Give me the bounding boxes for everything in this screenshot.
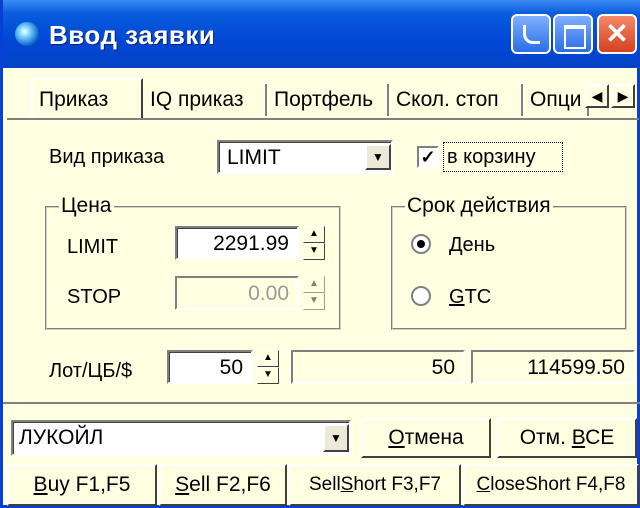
amount-field: 114599.50: [471, 350, 635, 384]
radio-selected-dot: [417, 240, 425, 248]
sell-short-button[interactable]: SellShort F3,F7: [289, 464, 461, 506]
sell-short-label-start: Sell: [308, 474, 341, 495]
cancel-mnemonic: О: [388, 426, 405, 449]
stop-price-down-button[interactable]: ▼: [303, 293, 325, 310]
close-button[interactable]: ✕: [597, 14, 637, 54]
amount-value: 114599.50: [527, 356, 625, 379]
maximize-icon: [564, 25, 586, 49]
cancel-all-label-start: Отм.: [519, 426, 572, 449]
limit-price-spinner[interactable]: ▲ ▼: [303, 226, 325, 260]
order-type-label: Вид приказа: [49, 146, 165, 168]
arrow-right-icon: ▶: [617, 88, 629, 104]
sell-mnemonic: S: [175, 473, 190, 496]
quantity-up-button[interactable]: ▲: [257, 350, 279, 367]
sell-short-mnemonic: S: [340, 474, 354, 495]
cancel-all-label-end: СЕ: [585, 426, 615, 449]
title-bar[interactable]: Ввод заявки ✕: [3, 0, 640, 68]
quantity-down-button[interactable]: ▼: [257, 367, 279, 384]
buy-button[interactable]: Buy F1,F5: [7, 464, 157, 506]
quantity-input[interactable]: 50: [167, 350, 253, 384]
checkmark-icon: ✓: [420, 147, 436, 167]
limit-price-down-button[interactable]: ▼: [303, 243, 325, 260]
close-icon: ✕: [605, 18, 629, 49]
sell-label-rest: ell F2,F6: [189, 473, 271, 496]
validity-day-radio[interactable]: [411, 234, 431, 254]
tab-portfolio[interactable]: Портфель: [267, 84, 389, 116]
security-value: ЛУКОЙЛ: [19, 426, 104, 449]
security-dropdown-button[interactable]: ▼: [323, 424, 349, 452]
validity-group-title: Срок действия: [405, 194, 553, 218]
tab-scroll-left-button[interactable]: ◀: [585, 84, 609, 108]
maximize-button[interactable]: [553, 14, 593, 54]
close-short-button[interactable]: CloseShort F4,F8: [463, 464, 639, 506]
basket-checkbox[interactable]: ✓: [417, 146, 439, 168]
price-group: [45, 206, 341, 330]
basket-label[interactable]: в корзину: [447, 146, 536, 169]
day-label-rest: ень: [462, 234, 496, 256]
order-type-dropdown-button[interactable]: ▼: [365, 144, 391, 170]
tab-iq-order[interactable]: IQ приказ: [143, 84, 267, 116]
limit-label: LIMIT: [67, 236, 119, 258]
cancel-all-mnemonic: В: [571, 426, 586, 449]
stop-price-spinner[interactable]: ▲ ▼: [303, 276, 325, 310]
shares-value: 50: [431, 356, 455, 379]
stop-label: STOP: [67, 286, 122, 308]
order-entry-window: Ввод заявки ✕ Приказ IQ приказ Портфель …: [0, 0, 640, 508]
sell-button[interactable]: Sell F2,F6: [159, 464, 287, 506]
shares-field: 50: [291, 350, 465, 384]
tab-scroll-right-button[interactable]: ▶: [611, 84, 635, 108]
limit-price-value: 2291.99: [213, 232, 289, 255]
minimize-icon: [523, 25, 540, 44]
sell-short-label-end: hort F3,F7: [353, 474, 442, 495]
stop-price-up-button[interactable]: ▲: [303, 276, 325, 293]
tab-order[interactable]: Приказ: [31, 78, 143, 118]
stop-price-input[interactable]: 0.00: [175, 276, 299, 310]
separator-line: [3, 402, 640, 404]
validity-gtc-radio[interactable]: [411, 286, 431, 306]
day-mnemonic: Д: [449, 234, 463, 256]
stop-price-value: 0.00: [248, 282, 289, 305]
cancel-label-rest: тмена: [404, 426, 464, 449]
arrow-down-icon: ▼: [309, 245, 319, 256]
cancel-all-button[interactable]: Отм. ВСЕ: [497, 418, 637, 458]
arrow-up-icon: ▲: [309, 228, 319, 239]
arrow-left-icon: ◀: [591, 88, 603, 104]
chevron-down-icon: ▼: [330, 431, 342, 445]
tab-options[interactable]: Опци: [523, 84, 589, 116]
quantity-label: Лот/ЦБ/$: [49, 360, 133, 382]
validity-gtc-label[interactable]: GTC: [449, 286, 491, 309]
quantity-value: 50: [219, 356, 243, 379]
cancel-button[interactable]: Отмена: [361, 418, 491, 458]
order-type-select[interactable]: LIMIT ▼: [217, 140, 393, 174]
limit-price-input[interactable]: 2291.99: [175, 226, 299, 260]
arrow-down-icon: ▼: [309, 295, 319, 306]
validity-group: [391, 206, 627, 330]
close-short-mnemonic: C: [476, 474, 491, 495]
tab-scroll-arrows: ◀ ▶: [585, 84, 637, 108]
app-globe-icon[interactable]: [15, 22, 39, 46]
arrow-up-icon: ▲: [263, 352, 273, 363]
tab-strip: Приказ IQ приказ Портфель Скол. стоп Опц…: [7, 74, 639, 120]
close-short-label-rest: loseShort F4,F8: [490, 474, 626, 495]
security-select[interactable]: ЛУКОЙЛ ▼: [11, 420, 351, 456]
gtc-mnemonic: G: [449, 286, 465, 308]
chevron-down-icon: ▼: [372, 150, 384, 164]
arrow-up-icon: ▲: [309, 278, 319, 289]
buy-mnemonic: B: [33, 473, 48, 496]
buy-label-rest: uy F1,F5: [47, 473, 131, 496]
gtc-label-rest: TC: [464, 286, 492, 308]
quantity-spinner[interactable]: ▲ ▼: [257, 350, 279, 384]
order-type-value: LIMIT: [227, 146, 281, 169]
window-title: Ввод заявки: [49, 20, 216, 50]
validity-day-label[interactable]: День: [449, 234, 495, 257]
minimize-button[interactable]: [511, 14, 551, 54]
price-group-title: Цена: [59, 194, 114, 218]
limit-price-up-button[interactable]: ▲: [303, 226, 325, 243]
tab-trailing-stop[interactable]: Скол. стоп: [389, 84, 523, 116]
arrow-down-icon: ▼: [263, 369, 273, 380]
